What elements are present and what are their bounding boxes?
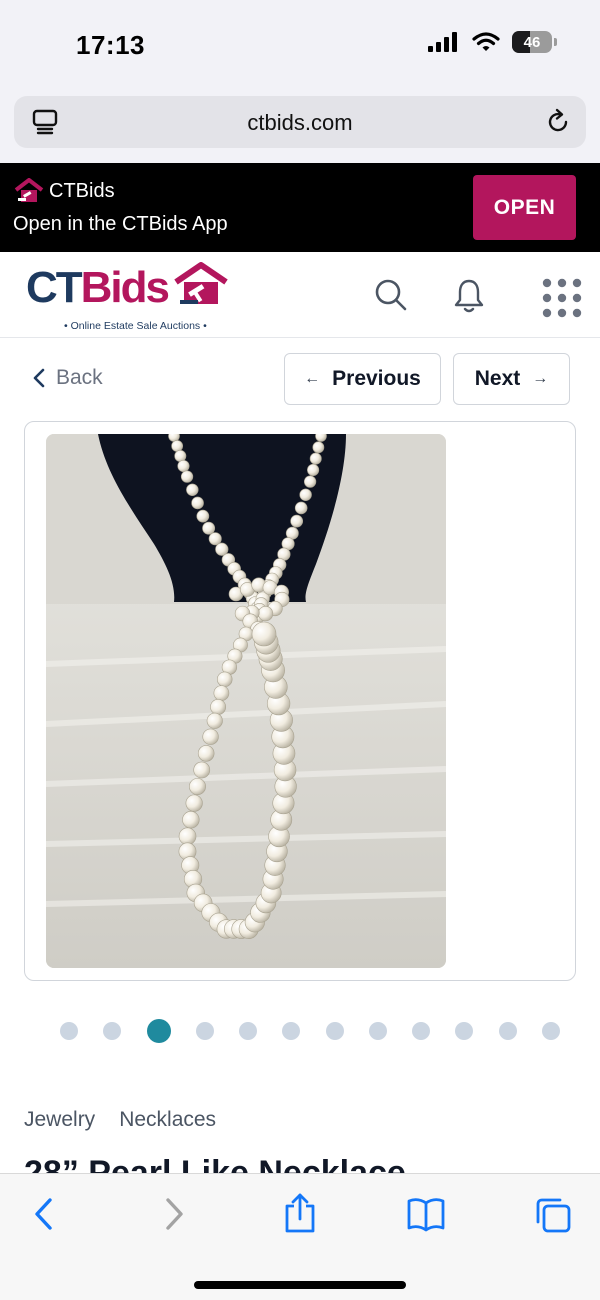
chevron-left-icon [33,368,45,388]
pearl [174,450,187,462]
pearl [206,712,223,729]
pagination-dot[interactable] [498,1022,517,1040]
app-banner: CTBids Open in the CTBids App OPEN [0,163,600,252]
pearl [191,496,204,510]
pagination-dot[interactable] [541,1022,560,1040]
arrow-left-icon: ← [304,370,321,387]
pearl [171,440,184,452]
logo-tagline: • Online Estate Sale Auctions • [64,320,207,332]
arrow-right-icon: → [532,370,549,387]
pearl [185,794,203,812]
logo-house-icon [174,262,228,304]
pearl-necklace-image [46,434,446,968]
pearl [182,811,200,829]
ctbids-logo[interactable]: CT Bids • Online Estate Sale Auctions • [26,262,230,332]
browser-toolbar [0,1173,600,1300]
logo-wordmark: CT Bids [26,262,230,312]
next-label: Next [474,367,521,390]
pearl [299,488,312,501]
pearl [197,745,215,762]
pearl [177,459,190,473]
apps-grid-icon[interactable] [542,278,582,318]
pagination-dot[interactable] [455,1022,474,1040]
bell-icon[interactable] [453,278,485,314]
pagination-dot[interactable] [103,1022,122,1040]
pearl [312,441,325,454]
pagination-dot[interactable] [239,1022,258,1040]
status-time: 17:13 [76,30,145,60]
signal-icon [428,32,457,52]
pearl [213,685,230,701]
share-icon[interactable] [283,1192,317,1234]
gallery-pagination [60,1019,560,1043]
pearl [202,728,219,745]
battery-level: 46 [523,33,541,51]
wifi-icon [472,32,500,51]
logo-bids: Bids [80,263,170,312]
pearl [193,761,211,779]
banner-subtitle: Open in the CTBids App [13,213,228,235]
pagination-dot[interactable] [325,1022,344,1040]
tabs-icon[interactable] [534,1196,572,1234]
address-bar[interactable]: ctbids.com [14,96,586,148]
open-app-button[interactable]: OPEN [473,175,576,240]
pearl [307,463,320,476]
back-link[interactable]: Back [32,366,103,390]
pearl [290,514,304,528]
pearl [180,470,194,483]
banner-logo: CTBids [13,178,115,204]
pagination-dot[interactable] [60,1022,78,1040]
browser-chrome: ctbids.com [0,90,600,163]
url-text[interactable]: ctbids.com [14,110,586,136]
pearl [186,483,199,496]
status-icons: 46 [428,31,557,53]
pagination-dot[interactable] [412,1022,431,1040]
logo-ct: CT [26,263,83,312]
previous-label: Previous [332,367,421,390]
home-indicator [194,1281,406,1289]
pearl [189,778,206,796]
banner-brand: CTBids [49,179,115,202]
back-label: Back [56,366,103,389]
pearl [210,699,227,715]
pearl [303,475,317,488]
battery-indicator: 46 [512,31,557,53]
pearl [251,621,277,647]
bookmarks-icon[interactable] [406,1196,446,1232]
ctbids-house-icon [14,178,44,202]
image-card [24,421,576,981]
pagination-dot-active[interactable] [146,1019,171,1043]
pearl [216,671,233,688]
screen: 17:13 46 ctbids.com CTBids Open in the C… [0,0,600,1300]
category-necklaces[interactable]: Necklaces [119,1108,216,1132]
back-icon[interactable] [32,1196,56,1232]
item-photo[interactable] [46,434,446,968]
pagination-dot[interactable] [195,1022,214,1040]
pearl [309,452,322,465]
status-bar: 17:13 46 [0,0,600,90]
pagination-dot[interactable] [282,1022,301,1040]
pagination-dot[interactable] [368,1022,387,1040]
pearl [196,509,210,523]
search-icon[interactable] [374,278,408,312]
pearl [202,521,216,535]
previous-button[interactable]: ← Previous [284,353,441,405]
pearl [257,606,274,622]
next-button[interactable]: Next → [453,353,570,405]
forward-icon[interactable] [162,1196,186,1232]
category-jewelry[interactable]: Jewelry [24,1108,95,1132]
site-header: CT Bids • Online Estate Sale Auctions • [0,252,600,338]
reload-icon[interactable] [544,108,572,136]
pearl [178,827,197,846]
battery-nub [554,38,557,46]
pearl [294,501,308,515]
category-list: Jewelry Necklaces [24,1108,216,1132]
